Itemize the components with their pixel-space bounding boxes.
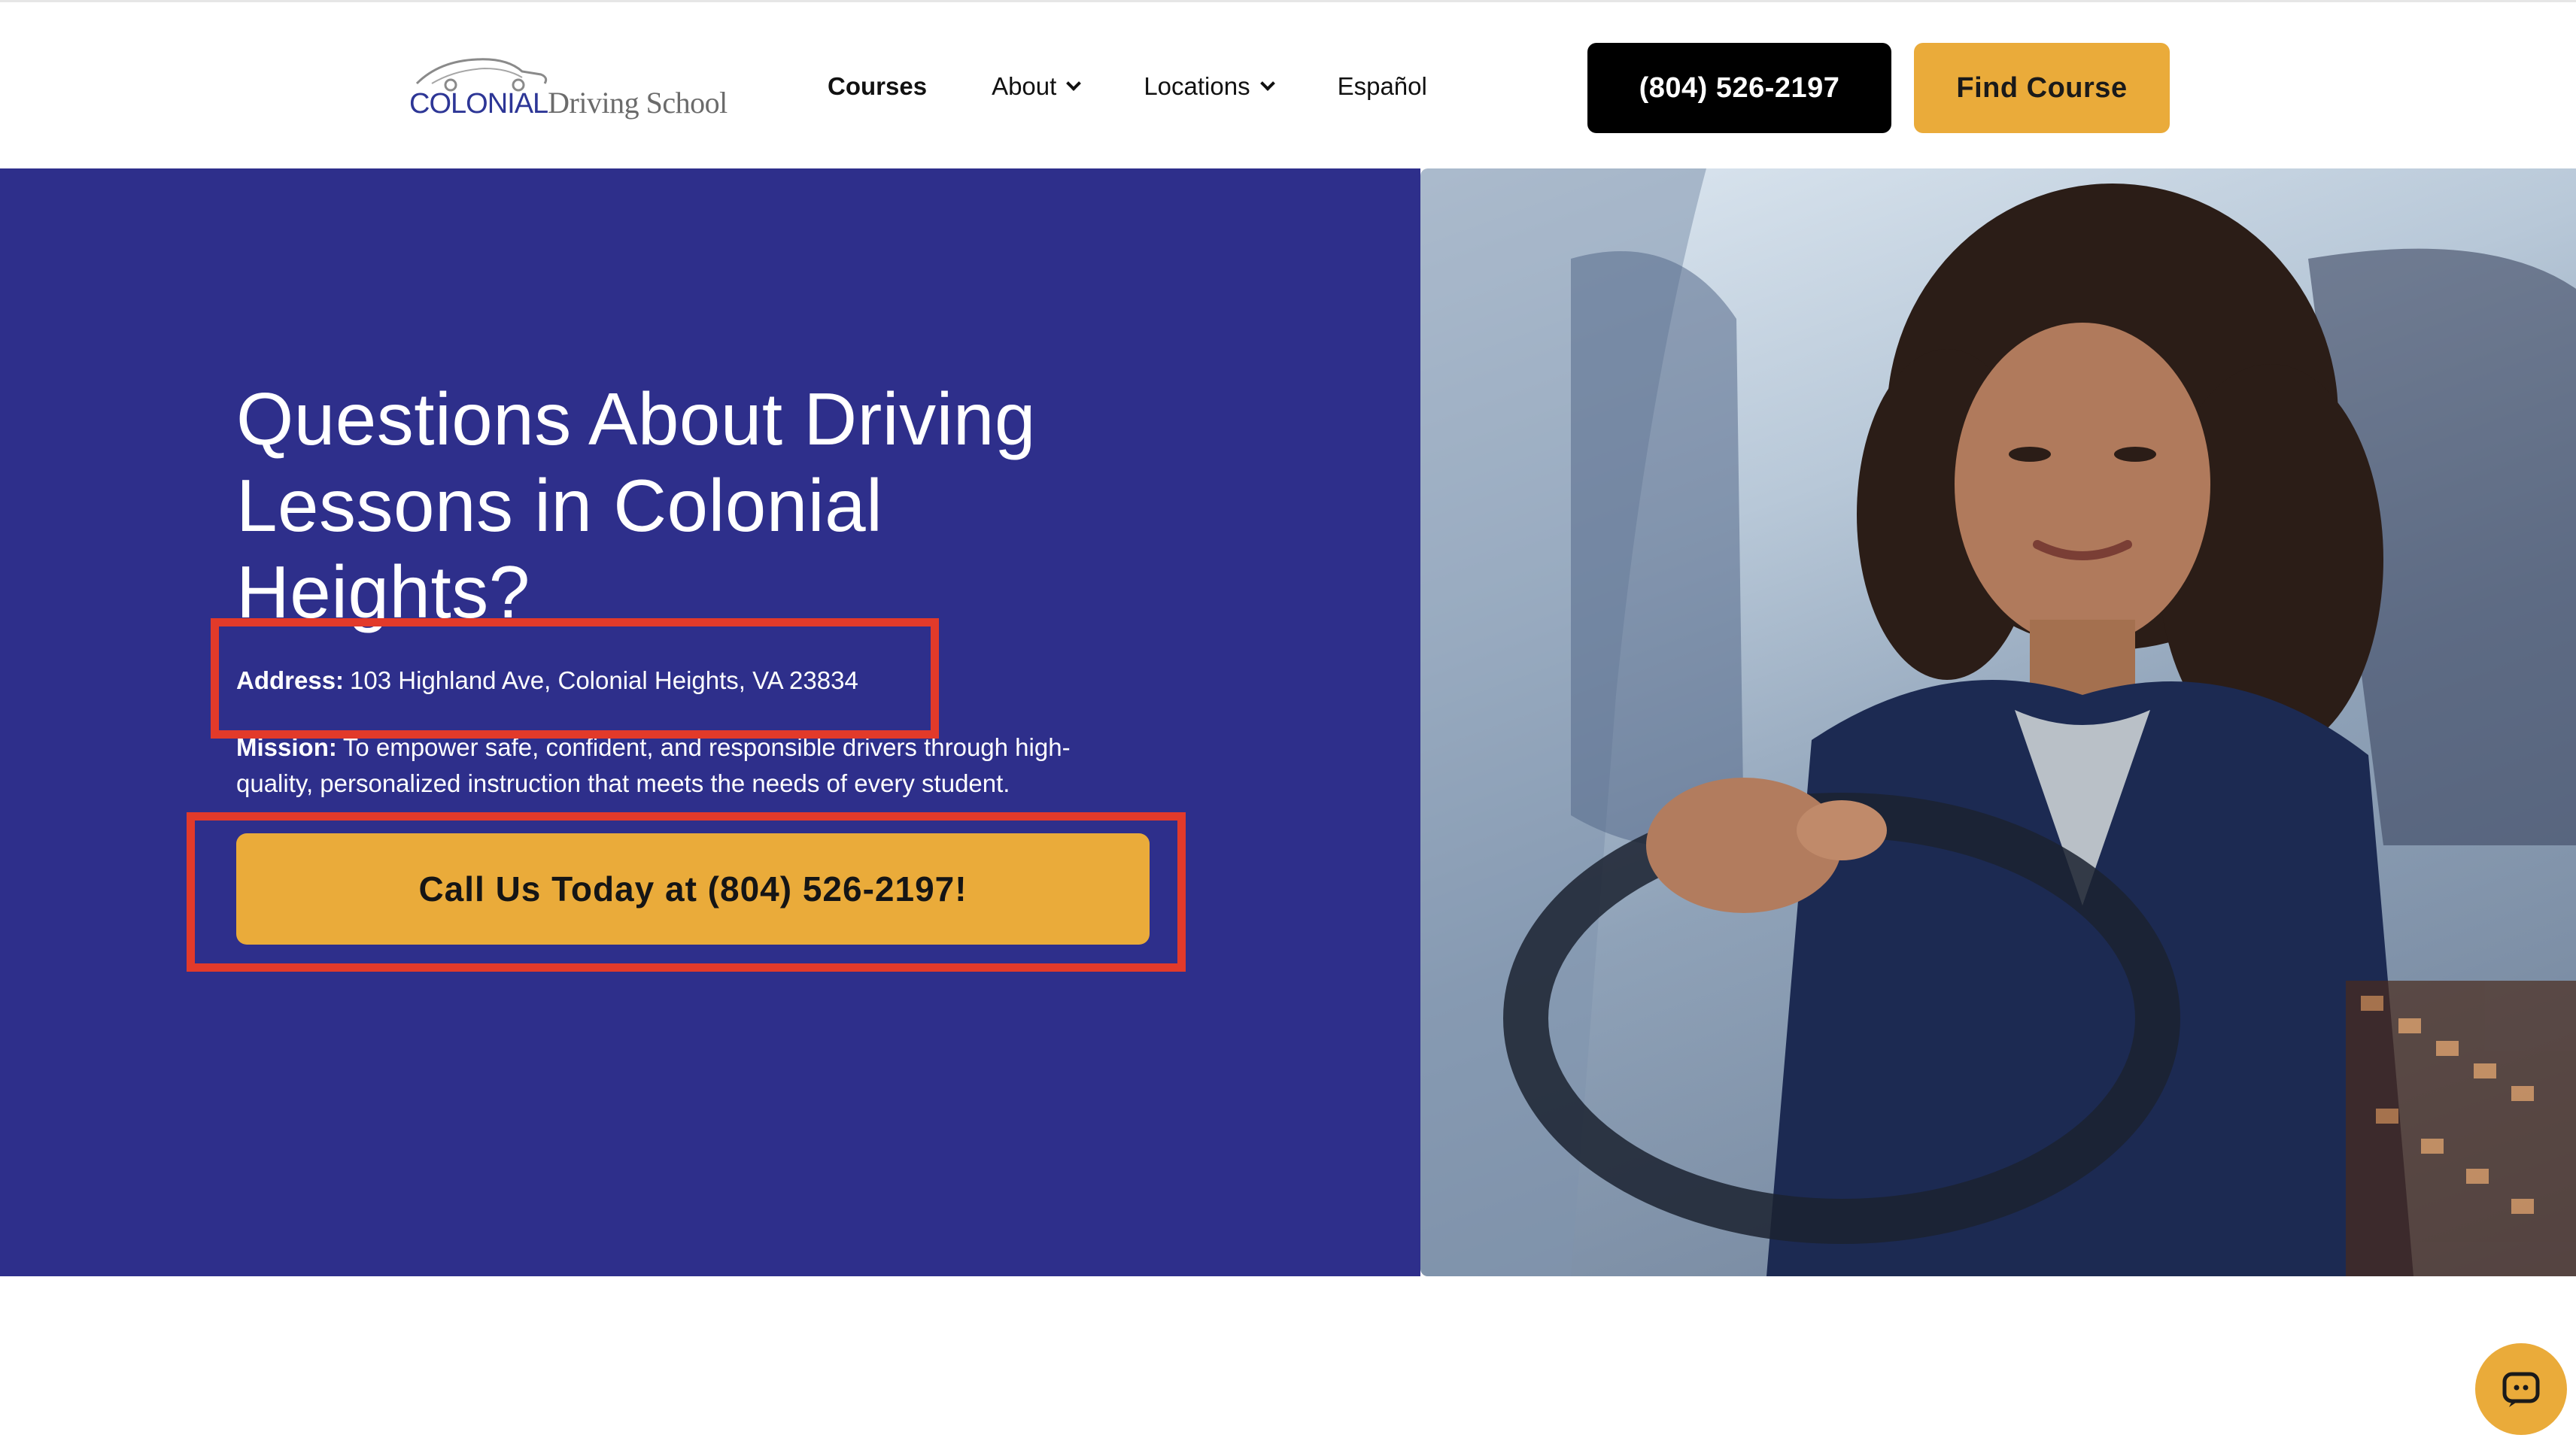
nav-item-label: Courses	[828, 72, 928, 100]
chevron-down-icon	[1259, 76, 1275, 91]
find-course-button[interactable]: Find Course	[1914, 43, 2170, 133]
address-label: Address:	[236, 666, 345, 694]
mission-text: Mission: To empower safe, confident, and …	[236, 730, 1139, 802]
nav-item-espanol[interactable]: Español	[1338, 72, 1427, 101]
nav-item-locations[interactable]: Locations	[1144, 72, 1275, 101]
address-line: Address: 103 Highland Ave, Colonial Heigh…	[236, 666, 858, 695]
nav-item-label: Locations	[1144, 72, 1250, 100]
mission-value: To empower safe, confident, and responsi…	[236, 733, 1071, 797]
site-logo[interactable]: COLONIALDriving School	[409, 53, 728, 129]
logo-brand-secondary: Driving School	[548, 86, 728, 120]
nav-item-label: Español	[1337, 72, 1427, 100]
call-us-button[interactable]: Call Us Today at (804) 526-2197!	[236, 833, 1150, 945]
phone-button[interactable]: (804) 526-2197	[1587, 43, 1891, 133]
chat-bubble-icon	[2502, 1372, 2540, 1407]
hero-title: Questions About Driving Lessons in Colon…	[236, 378, 1036, 633]
hero-panel	[0, 168, 1420, 1276]
photo-illustration	[1420, 168, 2576, 1276]
mission-label: Mission:	[236, 733, 337, 761]
main-nav: Courses About Locations Español	[828, 65, 1492, 108]
chevron-down-icon	[1066, 76, 1082, 91]
logo-wordmark: COLONIALDriving School	[409, 85, 728, 120]
chat-button[interactable]	[2475, 1343, 2567, 1435]
woman-driving-photo	[1420, 168, 2576, 1276]
nav-item-label: About	[992, 72, 1057, 100]
logo-brand-primary: COLONIAL	[409, 88, 548, 120]
site-header: COLONIALDriving School Courses About Loc…	[0, 0, 2576, 168]
nav-item-about[interactable]: About	[992, 72, 1082, 101]
nav-item-courses[interactable]: Courses	[828, 72, 927, 101]
address-value: 103 Highland Ave, Colonial Heights, VA 2…	[350, 666, 858, 694]
